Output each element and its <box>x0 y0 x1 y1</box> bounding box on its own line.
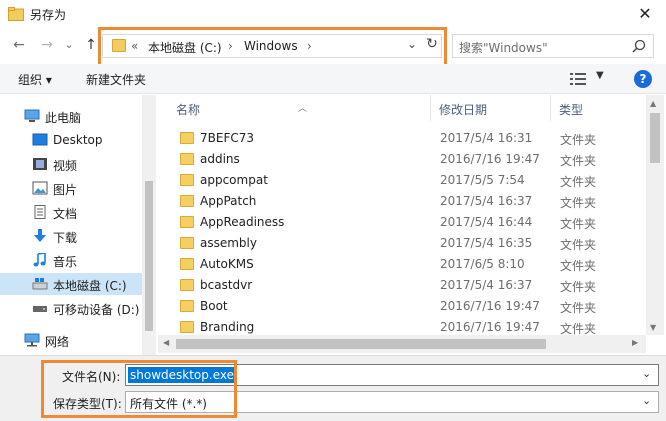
drive-icon <box>32 278 48 290</box>
scroll-up-icon[interactable]: ▲ <box>650 99 656 108</box>
chevron-right-icon[interactable]: › <box>307 39 312 53</box>
filetype-select[interactable]: 所有文件 (*.*) ⌄ <box>125 391 659 413</box>
scroll-down-icon[interactable]: ▼ <box>650 323 656 332</box>
sidebar-item-documents[interactable]: 文档 <box>0 201 142 223</box>
scroll-left-icon[interactable]: ◀ <box>163 338 169 347</box>
folder-icon <box>180 216 194 228</box>
pictures-icon <box>32 181 48 195</box>
vertical-scroll-thumb[interactable] <box>650 113 660 163</box>
address-segment-drive[interactable]: 本地磁盘 (C:) <box>148 39 222 56</box>
sidebar-item-desktop[interactable]: Desktop <box>0 129 142 151</box>
chevron-down-icon[interactable]: ⌄ <box>405 37 419 51</box>
sidebar-item-pictures[interactable]: 图片 <box>0 177 142 199</box>
table-row[interactable]: AutoKMS 2017/6/5 8:10 文件夹 <box>158 254 646 275</box>
search-box[interactable]: 搜索"Windows" <box>452 34 654 58</box>
chevron-down-icon[interactable]: ▼ <box>596 70 604 81</box>
sidebar-item-local-disk-c[interactable]: 本地磁盘 (C:) <box>0 273 142 295</box>
table-row[interactable]: AppReadiness 2017/5/4 16:44 文件夹 <box>158 212 646 233</box>
command-bar: 组织 ▾ 新建文件夹 ▼ ? <box>0 64 666 94</box>
table-row[interactable]: AppPatch 2017/5/4 16:37 文件夹 <box>158 191 646 212</box>
horizontal-scrollbar[interactable]: ◀ ▶ <box>158 335 646 353</box>
filename-input[interactable]: showdesktop.exe ⌄ <box>125 364 659 386</box>
column-header-name[interactable]: 名称 ︿ <box>158 95 428 121</box>
folder-icon <box>112 39 126 52</box>
video-icon <box>33 158 47 170</box>
scroll-right-icon[interactable]: ▶ <box>632 338 638 347</box>
folder-icon <box>180 258 194 270</box>
folder-icon <box>180 195 194 207</box>
filetype-label: 保存类型(T): <box>53 397 122 411</box>
folder-icon <box>180 321 194 333</box>
view-options-icon[interactable] <box>570 72 586 86</box>
music-icon <box>33 253 46 267</box>
removable-drive-icon <box>33 306 47 312</box>
sidebar-scrollbar[interactable] <box>142 95 156 355</box>
horizontal-scroll-thumb[interactable] <box>176 339 546 349</box>
sidebar-item-network[interactable]: 网络 <box>0 329 142 351</box>
navigation-bar: ← → ⌄ ↑ « 本地磁盘 (C:) › Windows › ⌄ ↻ 搜索"W… <box>0 28 666 62</box>
folder-icon <box>180 153 194 165</box>
computer-icon <box>24 109 40 122</box>
table-row[interactable]: addins 2016/7/16 19:47 文件夹 <box>158 149 646 170</box>
chevron-right-icon[interactable]: › <box>228 39 233 53</box>
filename-value[interactable]: showdesktop.exe <box>128 367 236 383</box>
table-row[interactable]: Branding 2016/7/16 19:47 文件夹 <box>158 317 646 335</box>
sidebar-item-this-pc[interactable]: 此电脑 <box>0 105 142 127</box>
download-icon <box>34 229 46 242</box>
new-folder-button[interactable]: 新建文件夹 <box>86 71 146 88</box>
search-input[interactable]: 搜索"Windows" <box>459 39 548 56</box>
sidebar-item-music[interactable]: 音乐 <box>0 249 142 271</box>
navigation-pane: 此电脑 Desktop 视频 图片 文档 下载 音乐 本地磁盘 (C:) 可移动… <box>0 95 156 355</box>
close-button[interactable]: ✕ <box>632 3 658 25</box>
folder-icon <box>180 300 194 312</box>
up-button[interactable]: ↑ <box>82 36 100 54</box>
search-icon[interactable] <box>631 38 647 54</box>
window-title: 另存为 <box>30 8 67 22</box>
folder-icon <box>180 279 194 291</box>
folder-icon <box>180 174 194 186</box>
chevron-down-icon[interactable]: ⌄ <box>642 394 651 407</box>
organize-button[interactable]: 组织 ▾ <box>18 71 52 88</box>
help-icon[interactable]: ? <box>634 70 652 88</box>
back-button[interactable]: ← <box>10 36 28 54</box>
sidebar-scroll-thumb[interactable] <box>145 181 153 331</box>
column-header-date[interactable]: 修改日期 <box>431 95 551 121</box>
file-list: 名称 ︿ 修改日期 类型 7BEFC73 2017/5/4 16:31 文件夹 … <box>158 95 666 353</box>
folder-icon <box>180 237 194 249</box>
table-row[interactable]: bcastdvr 2017/5/4 16:37 文件夹 <box>158 275 646 296</box>
address-segment-windows[interactable]: Windows <box>244 39 298 53</box>
sidebar-item-videos[interactable]: 视频 <box>0 153 142 175</box>
address-bar[interactable]: « 本地磁盘 (C:) › Windows › ⌄ ↻ <box>102 34 442 58</box>
sidebar-item-removable-d[interactable]: 可移动设备 (D:) <box>0 297 142 319</box>
table-row[interactable]: Boot 2016/7/16 19:47 文件夹 <box>158 296 646 317</box>
title-bar: 另存为 ✕ <box>0 0 666 28</box>
sort-up-icon: ︿ <box>298 104 308 114</box>
desktop-icon <box>32 133 48 146</box>
table-row[interactable]: 7BEFC73 2017/5/4 16:31 文件夹 <box>158 128 646 149</box>
save-options: 文件名(N): showdesktop.exe ⌄ 保存类型(T): 所有文件 … <box>0 355 666 421</box>
address-overflow[interactable]: « <box>131 39 138 53</box>
vertical-scrollbar[interactable]: ▲ ▼ <box>646 95 664 335</box>
filename-label: 文件名(N): <box>62 370 121 384</box>
forward-button[interactable]: → <box>38 36 56 54</box>
filetype-value[interactable]: 所有文件 (*.*) <box>130 395 207 412</box>
save-as-icon <box>8 7 24 21</box>
table-row[interactable]: appcompat 2017/5/5 7:54 文件夹 <box>158 170 646 191</box>
documents-icon <box>34 205 46 219</box>
sidebar-item-downloads[interactable]: 下载 <box>0 225 142 247</box>
chevron-down-icon[interactable]: ⌄ <box>642 367 651 380</box>
refresh-icon[interactable]: ↻ <box>423 36 441 52</box>
network-icon <box>24 333 40 347</box>
recent-locations-button[interactable]: ⌄ <box>60 36 78 54</box>
folder-icon <box>180 132 194 144</box>
table-row[interactable]: assembly 2017/5/4 16:35 文件夹 <box>158 233 646 254</box>
column-header-type[interactable]: 类型 <box>551 95 646 121</box>
